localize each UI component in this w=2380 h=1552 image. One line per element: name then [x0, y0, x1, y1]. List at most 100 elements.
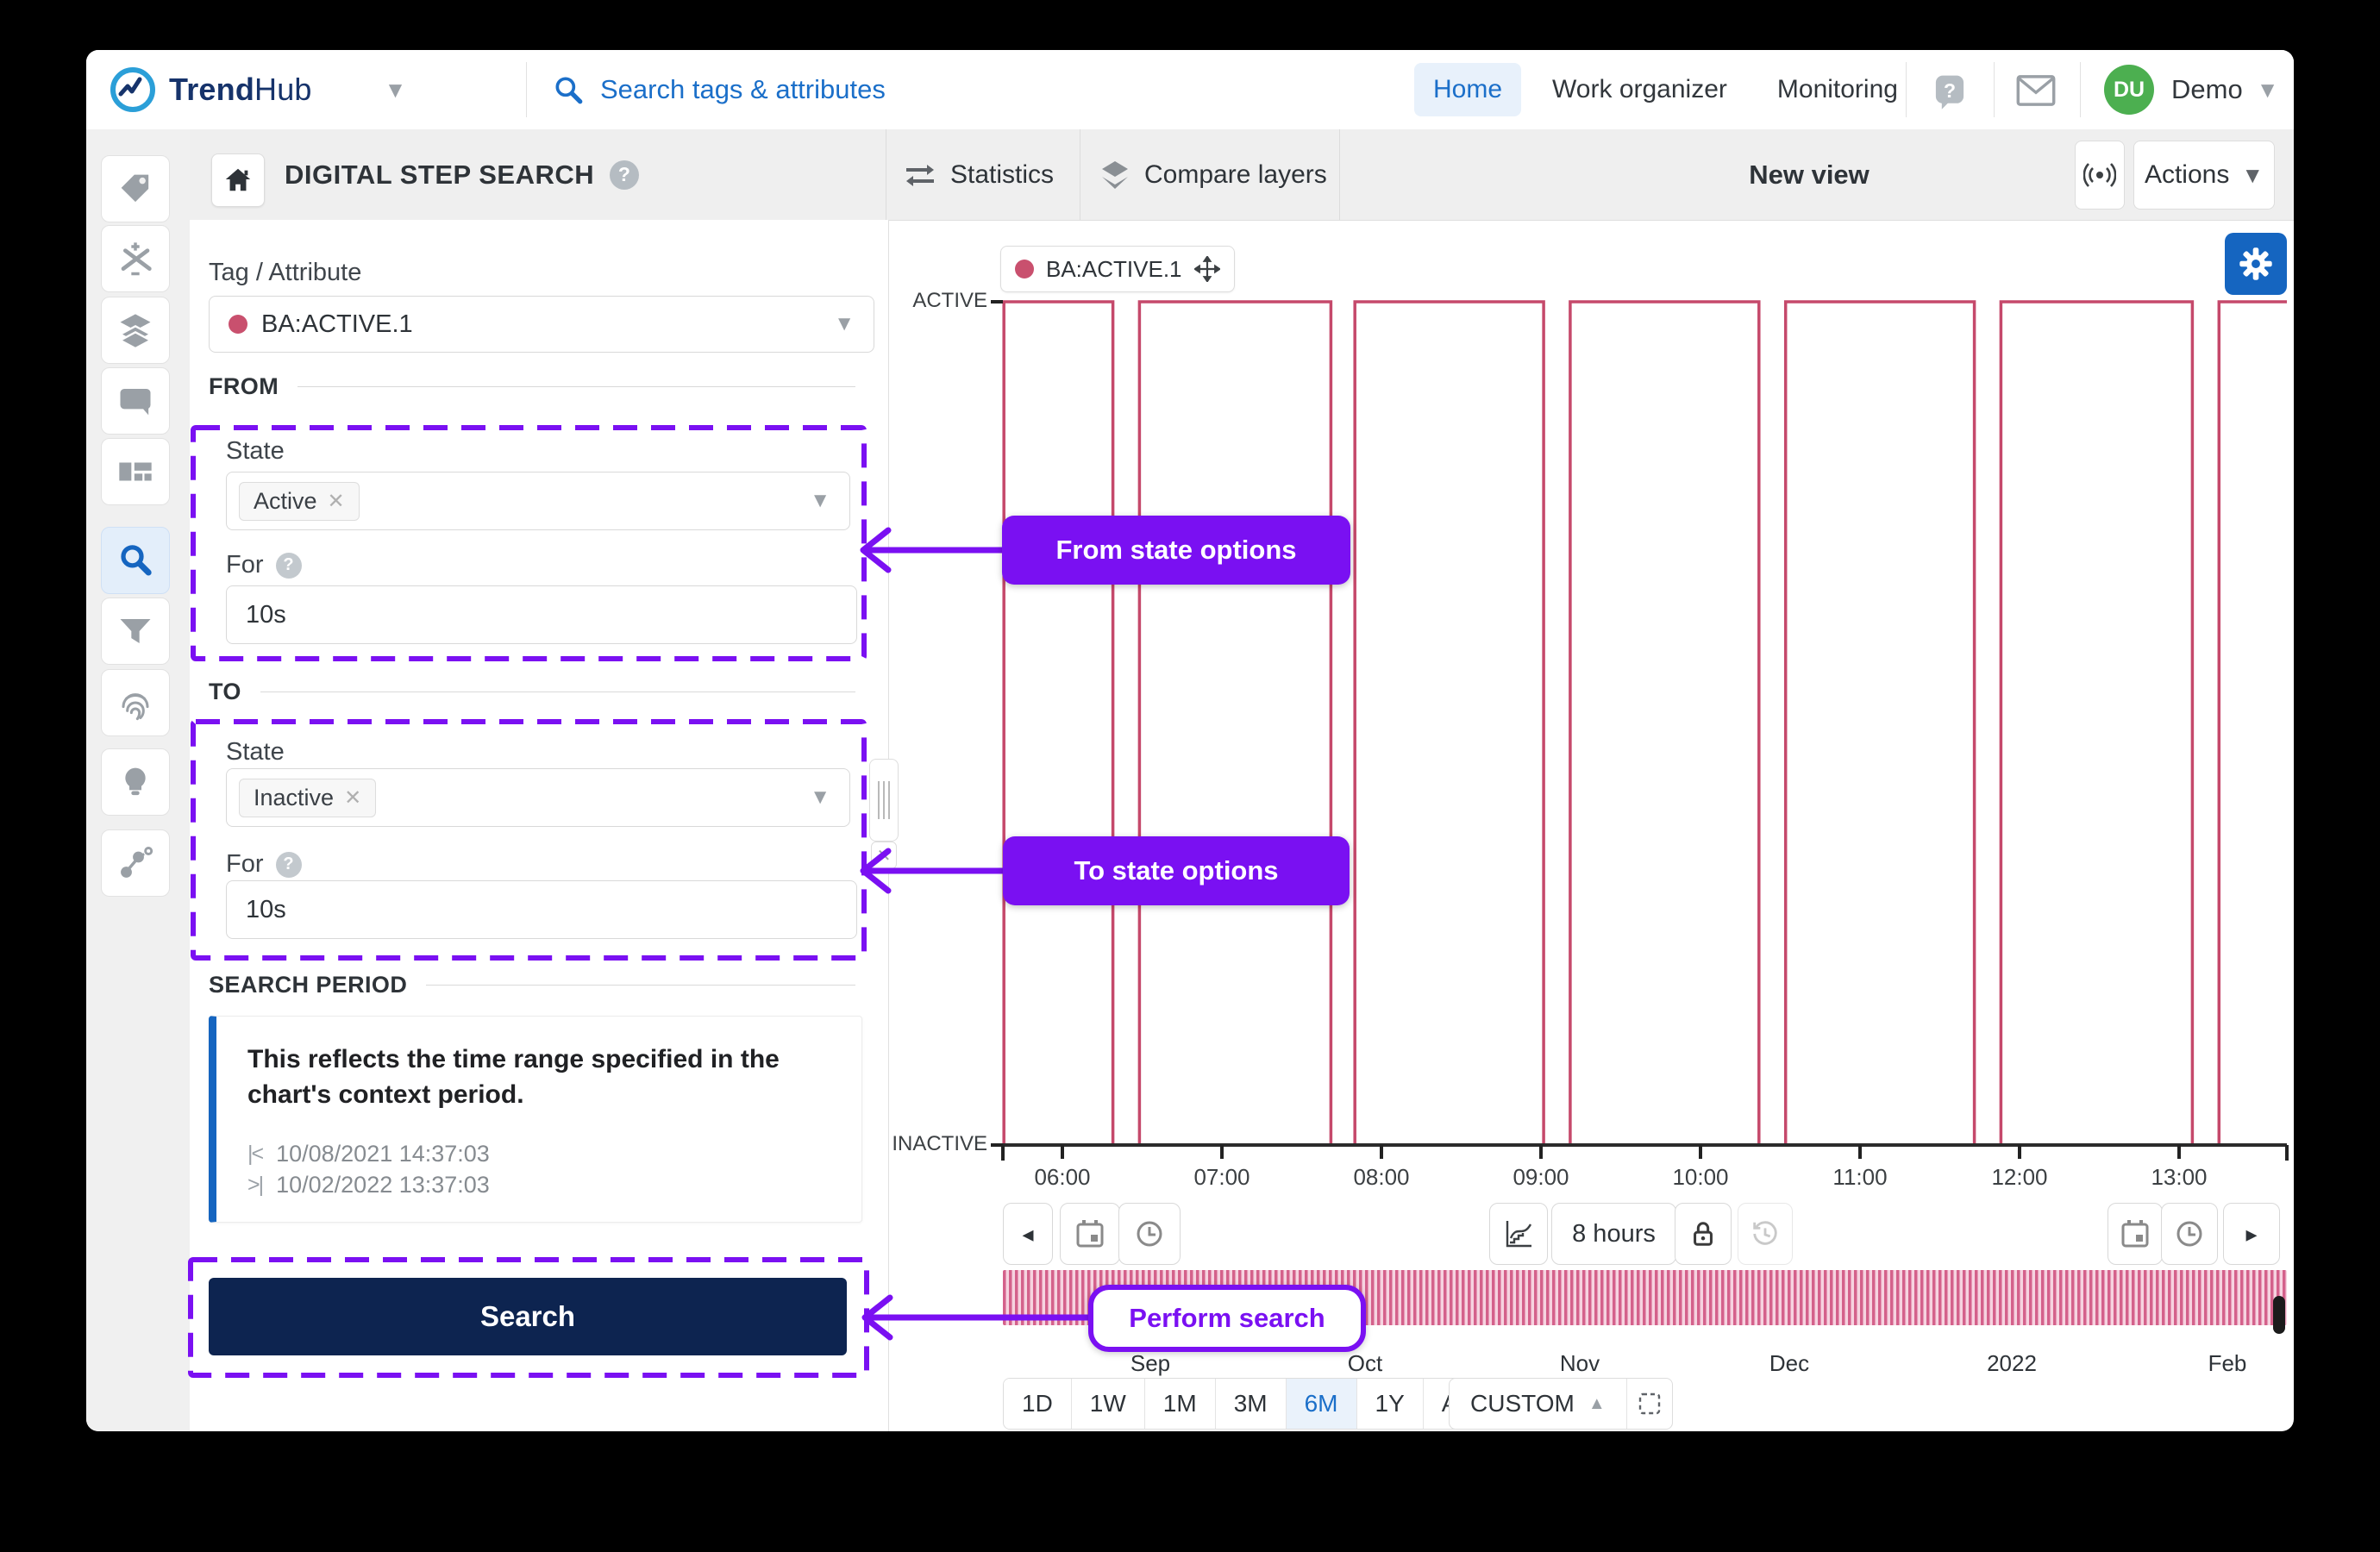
- range-button-1y[interactable]: 1Y: [1356, 1379, 1424, 1429]
- home-button[interactable]: [211, 153, 265, 207]
- panel-resize-handle[interactable]: [869, 759, 899, 842]
- step-trend-icon: [1506, 1221, 1532, 1248]
- clock-icon: [1137, 1221, 1162, 1247]
- help-button[interactable]: ?: [1930, 72, 1970, 116]
- time-end-button[interactable]: [2161, 1203, 2218, 1265]
- pan-right-button[interactable]: ▸: [2223, 1203, 2280, 1265]
- brand-caret-icon[interactable]: ▼: [385, 77, 407, 103]
- brand[interactable]: TrendHub ▼: [109, 50, 406, 129]
- avatar[interactable]: DU: [2104, 65, 2154, 115]
- nav-links: Home Work organizer Monitoring: [1414, 50, 1917, 129]
- clock-icon: [2176, 1221, 2202, 1247]
- duration-value: 8 hours: [1572, 1219, 1656, 1248]
- move-icon[interactable]: [1193, 256, 1220, 282]
- timeline-month-label: Sep: [1130, 1350, 1171, 1376]
- statistics-label: Statistics: [950, 160, 1055, 189]
- statistics-button[interactable]: Statistics: [904, 129, 1054, 220]
- timeline-month-label: Nov: [1559, 1350, 1600, 1376]
- search-input[interactable]: Search tags & attributes: [600, 74, 886, 105]
- divider: [1994, 62, 1995, 117]
- trendhub-logo-icon: [110, 67, 155, 112]
- custom-range-button[interactable]: CUSTOM ▲: [1450, 1379, 1627, 1429]
- divider: [1906, 62, 1907, 117]
- timeline-scrubber-handle[interactable]: [2273, 1296, 2285, 1334]
- y-axis-label-inactive: INACTIVE: [892, 1132, 987, 1155]
- lock-duration-button[interactable]: [1675, 1203, 1732, 1265]
- broadcast-icon: [2083, 163, 2116, 187]
- page-title-row: DIGITAL STEP SEARCH ?: [285, 129, 640, 220]
- custom-range-group: CUSTOM ▲: [1449, 1378, 1673, 1430]
- range-button-1m[interactable]: 1M: [1144, 1379, 1216, 1429]
- nav-link-home[interactable]: Home: [1414, 63, 1522, 116]
- chart-settings-button[interactable]: [2225, 233, 2287, 295]
- nav-link-work-organizer[interactable]: Work organizer: [1533, 63, 1746, 116]
- expand-icon: [1638, 1392, 1660, 1415]
- compare-layers-button[interactable]: Compare layers: [1099, 129, 1327, 220]
- gear-icon: [2239, 247, 2272, 280]
- x-axis-tick-label: 08:00: [1353, 1164, 1410, 1190]
- view-toolbar: DIGITAL STEP SEARCH ? Statistics Compare…: [190, 129, 2294, 221]
- search-icon: [555, 77, 583, 104]
- chart-type-button[interactable]: [1489, 1203, 1548, 1265]
- custom-range-label: CUSTOM: [1470, 1390, 1575, 1417]
- compare-layers-label: Compare layers: [1144, 160, 1327, 189]
- page-title: DIGITAL STEP SEARCH: [285, 159, 595, 190]
- timeline-month-label: Feb: [2208, 1350, 2247, 1376]
- x-axis-tick-label: 10:00: [1672, 1164, 1729, 1190]
- caret-up-icon: ▲: [1588, 1393, 1606, 1413]
- x-axis-tick-label: 13:00: [2151, 1164, 2208, 1190]
- range-button-1d[interactable]: 1D: [1004, 1379, 1072, 1429]
- chevron-left-icon: ◂: [1022, 1220, 1034, 1247]
- account-label: Demo: [2171, 74, 2243, 104]
- from-state-options-callout: From state options: [1002, 516, 1350, 585]
- duration-display[interactable]: 8 hours: [1551, 1203, 1676, 1265]
- chart-area: ACTIVE INACTIVE BA:ACTIVE.1 ◂ 8 hours ▸ …: [86, 220, 2294, 1431]
- timeline-month-label: Oct: [1347, 1350, 1383, 1376]
- calendar-end-button[interactable]: [2108, 1203, 2163, 1265]
- actions-button[interactable]: Actions ▼: [2133, 141, 2275, 210]
- history-icon: [1753, 1221, 1777, 1245]
- svg-text:?: ?: [1944, 79, 1956, 102]
- title-help-icon[interactable]: ?: [610, 160, 640, 190]
- range-button-group: 1D1W1M3M6M1YALL: [1003, 1378, 1504, 1430]
- range-button-1w[interactable]: 1W: [1071, 1379, 1145, 1429]
- nav-link-monitoring[interactable]: Monitoring: [1758, 63, 1917, 116]
- rail-tag-button[interactable]: [101, 155, 170, 222]
- x-axis-tick-label: 09:00: [1513, 1164, 1569, 1190]
- timeline-month-label: Dec: [1769, 1350, 1810, 1376]
- global-search[interactable]: Search tags & attributes: [552, 50, 886, 129]
- perform-search-callout: Perform search: [1088, 1285, 1366, 1352]
- calendar-icon: [2121, 1220, 2149, 1248]
- chevron-right-icon: ▸: [2245, 1220, 2258, 1247]
- x-axis-tick-label: 07:00: [1193, 1164, 1250, 1190]
- account-menu[interactable]: Demo ▼: [2171, 50, 2278, 129]
- swap-arrows-icon: [906, 164, 934, 186]
- messages-button[interactable]: [2016, 74, 2056, 111]
- time-start-button[interactable]: [1118, 1203, 1181, 1265]
- history-button[interactable]: [1738, 1203, 1793, 1265]
- chart-legend[interactable]: BA:ACTIVE.1: [1000, 246, 1235, 292]
- range-button-6m[interactable]: 6M: [1286, 1379, 1357, 1429]
- x-axis-tick-label: 06:00: [1034, 1164, 1091, 1190]
- actions-caret-icon: ▼: [2241, 161, 2264, 188]
- panel-collapse-button[interactable]: ✕: [871, 842, 897, 869]
- tag-icon: [121, 174, 149, 203]
- signal-step-line: [1002, 300, 2287, 1147]
- live-broadcast-button[interactable]: [2075, 141, 2125, 210]
- lock-icon: [1694, 1222, 1713, 1246]
- pan-left-button[interactable]: ◂: [1003, 1203, 1053, 1265]
- to-state-options-callout: To state options: [1003, 836, 1350, 905]
- x-axis-tick-label: 11:00: [1832, 1164, 1888, 1190]
- help-icon: ?: [1935, 75, 1964, 110]
- divider: [526, 62, 527, 117]
- compare-layers-icon: [1102, 160, 1128, 189]
- legend-series-label: BA:ACTIVE.1: [1046, 255, 1182, 282]
- range-button-3m[interactable]: 3M: [1215, 1379, 1287, 1429]
- calendar-start-button[interactable]: [1060, 1203, 1120, 1265]
- calendar-icon: [1076, 1220, 1104, 1248]
- account-caret-icon: ▼: [2256, 76, 2279, 103]
- fullscreen-button[interactable]: [1627, 1379, 1672, 1429]
- divider: [2080, 62, 2081, 117]
- brand-name: TrendHub: [169, 72, 312, 107]
- actions-label: Actions: [2144, 160, 2230, 189]
